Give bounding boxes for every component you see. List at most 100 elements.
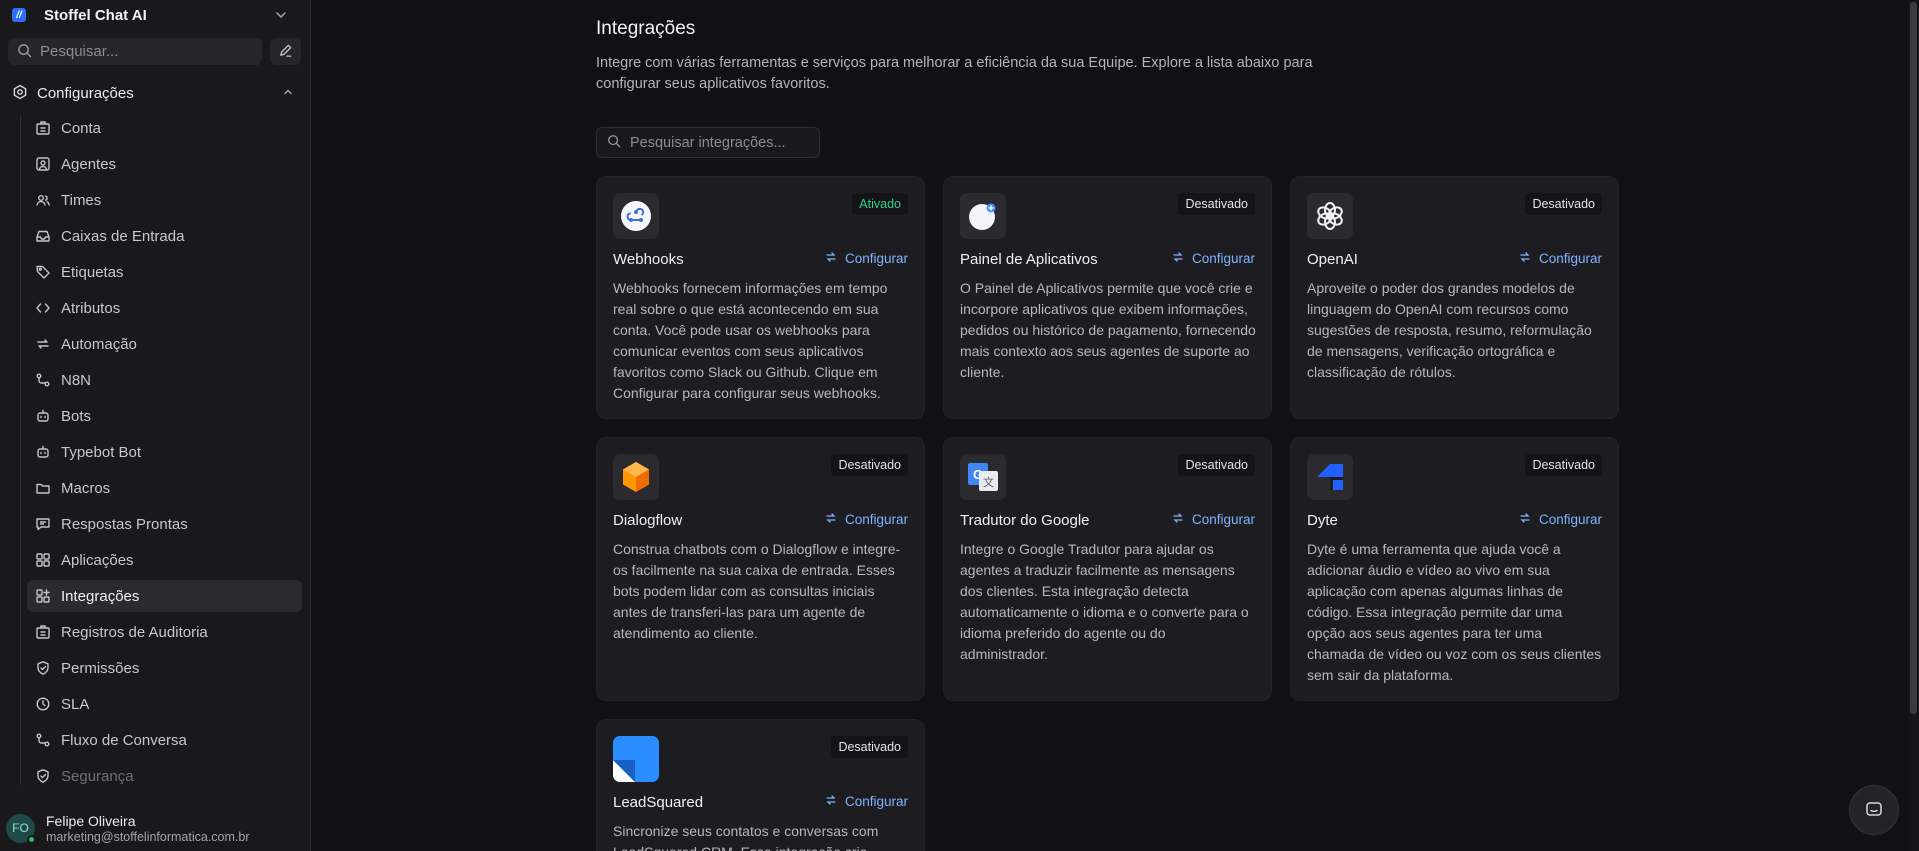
configure-icon <box>1519 251 1531 266</box>
status-badge: Desativado <box>1178 454 1255 476</box>
configure-label: Configurar <box>1538 512 1602 527</box>
integration-card-openai: Desativado OpenAI Configurar Aproveite o… <box>1290 176 1619 419</box>
configure-link[interactable]: Configurar <box>1519 512 1602 527</box>
openai-icon <box>1307 193 1353 239</box>
sidebar-item-label: Integrações <box>61 587 140 605</box>
search-placeholder: Pesquisar... <box>40 43 119 60</box>
integration-card-leadsquared: Desativado LeadSquared Configurar Sincro… <box>596 719 925 851</box>
nav-rail <box>20 115 21 785</box>
configure-label: Configurar <box>844 794 908 809</box>
sidebar-item-14[interactable]: Registros de Auditoria <box>27 616 302 648</box>
sidebar-item-label: Aplicações <box>61 551 134 569</box>
scrollbar-thumb[interactable] <box>1910 2 1917 714</box>
sidebar: // Stoffel Chat AI Pesquisar... Configur… <box>0 0 311 851</box>
sidebar-item-1[interactable]: Agentes <box>27 148 302 180</box>
integration-card-dialogflow: Desativado Dialogflow Configurar Constru… <box>596 437 925 701</box>
sidebar-item-12[interactable]: Aplicações <box>27 544 302 576</box>
configure-icon <box>825 251 837 266</box>
user-name: Felipe Oliveira <box>46 812 136 829</box>
sidebar-item-0[interactable]: Conta <box>27 112 302 144</box>
google-translate-icon: G文 <box>960 454 1006 500</box>
webhook-icon <box>613 193 659 239</box>
status-badge: Desativado <box>1525 193 1602 215</box>
sidebar-item-15[interactable]: Permissões <box>27 652 302 684</box>
bot-icon <box>35 444 51 460</box>
configure-icon <box>825 512 837 527</box>
sidebar-item-label: Agentes <box>61 155 117 173</box>
integration-name: Webhooks <box>613 251 684 268</box>
integration-name: Dialogflow <box>613 512 683 529</box>
account-switcher[interactable]: // Stoffel Chat AI <box>12 4 300 26</box>
sidebar-item-label: Etiquetas <box>61 263 124 281</box>
configure-icon <box>1172 512 1184 527</box>
sidebar-item-label: Segurança <box>61 767 134 785</box>
configure-link[interactable]: Configurar <box>1172 512 1255 527</box>
configure-link[interactable]: Configurar <box>825 251 908 266</box>
shield-icon <box>35 768 51 784</box>
sidebar-item-label: Automação <box>61 335 137 353</box>
clock-icon <box>35 696 51 712</box>
dialogflow-icon <box>613 454 659 500</box>
search-input[interactable]: Pesquisar... <box>8 38 262 65</box>
sidebar-item-3[interactable]: Caixas de Entrada <box>27 220 302 252</box>
configure-link[interactable]: Configurar <box>1172 251 1255 266</box>
section-label: Configurações <box>37 84 134 102</box>
help-chat-button[interactable] <box>1849 785 1899 835</box>
compose-button[interactable] <box>270 38 301 65</box>
status-badge: Desativado <box>831 454 908 476</box>
sidebar-item-2[interactable]: Times <box>27 184 302 216</box>
sidebar-item-16[interactable]: SLA <box>27 688 302 720</box>
configure-label: Configurar <box>844 512 908 527</box>
sidebar-item-label: Caixas de Entrada <box>61 227 185 245</box>
repeat-icon <box>35 336 51 352</box>
configure-link[interactable]: Configurar <box>825 794 908 809</box>
status-badge: Ativado <box>852 193 908 215</box>
sidebar-item-label: Times <box>61 191 102 209</box>
apps-plus-icon <box>35 588 51 604</box>
configure-icon <box>1172 251 1184 266</box>
integration-description: Aproveite o poder dos grandes modelos de… <box>1307 280 1592 380</box>
sidebar-item-17[interactable]: Fluxo de Conversa <box>27 724 302 756</box>
sidebar-item-10[interactable]: Macros <box>27 472 302 504</box>
sidebar-item-label: Permissões <box>61 659 140 677</box>
sidebar-item-label: N8N <box>61 371 92 389</box>
settings-gear-icon <box>12 84 28 103</box>
user-square-icon <box>35 156 51 172</box>
sidebar-item-5[interactable]: Atributos <box>27 292 302 324</box>
chevron-down-icon[interactable] <box>274 8 288 25</box>
workflow-icon <box>35 372 51 388</box>
status-badge: Desativado <box>831 736 908 758</box>
sidebar-item-6[interactable]: Automação <box>27 328 302 360</box>
sidebar-item-9[interactable]: Typebot Bot <box>27 436 302 468</box>
integrations-search-input[interactable]: Pesquisar integrações... <box>596 127 820 158</box>
shield-icon <box>35 660 51 676</box>
sidebar-item-18[interactable]: Segurança <box>27 760 302 792</box>
apps-icon <box>35 552 51 568</box>
integration-description: Construa chatbots com o Dialogflow e int… <box>613 541 901 641</box>
sidebar-item-11[interactable]: Respostas Prontas <box>27 508 302 540</box>
integration-card-painel-de-aplicativos: Desativado Painel de Aplicativos Configu… <box>943 176 1272 419</box>
sidebar-item-label: Conta <box>61 119 102 137</box>
page-title: Integrações <box>596 18 696 39</box>
user-profile[interactable]: FO Felipe Oliveira marketing@stoffelinfo… <box>6 810 306 846</box>
integration-name: Painel de Aplicativos <box>960 251 1098 268</box>
sidebar-item-7[interactable]: N8N <box>27 364 302 396</box>
configure-link[interactable]: Configurar <box>825 512 908 527</box>
configure-icon <box>825 794 837 809</box>
sidebar-item-13[interactable]: Integrações <box>27 580 302 612</box>
pencil-icon <box>278 43 293 61</box>
integration-description: Dyte é uma ferramenta que ajuda você a a… <box>1307 541 1602 683</box>
scrollbar[interactable] <box>1908 0 1919 851</box>
integration-description: Webhooks fornecem informações em tempo r… <box>613 280 888 401</box>
code-icon <box>35 300 51 316</box>
integration-card-webhooks: Ativado Webhooks Configurar Webhooks for… <box>596 176 925 419</box>
integration-name: LeadSquared <box>613 794 704 811</box>
configure-link[interactable]: Configurar <box>1519 251 1602 266</box>
sidebar-item-4[interactable]: Etiquetas <box>27 256 302 288</box>
sidebar-item-8[interactable]: Bots <box>27 400 302 432</box>
building-icon <box>35 624 51 640</box>
configure-label: Configurar <box>1538 251 1602 266</box>
settings-section-toggle[interactable]: Configurações <box>12 82 302 104</box>
dyte-icon <box>1307 454 1353 500</box>
brand-name: Stoffel Chat AI <box>44 6 147 24</box>
